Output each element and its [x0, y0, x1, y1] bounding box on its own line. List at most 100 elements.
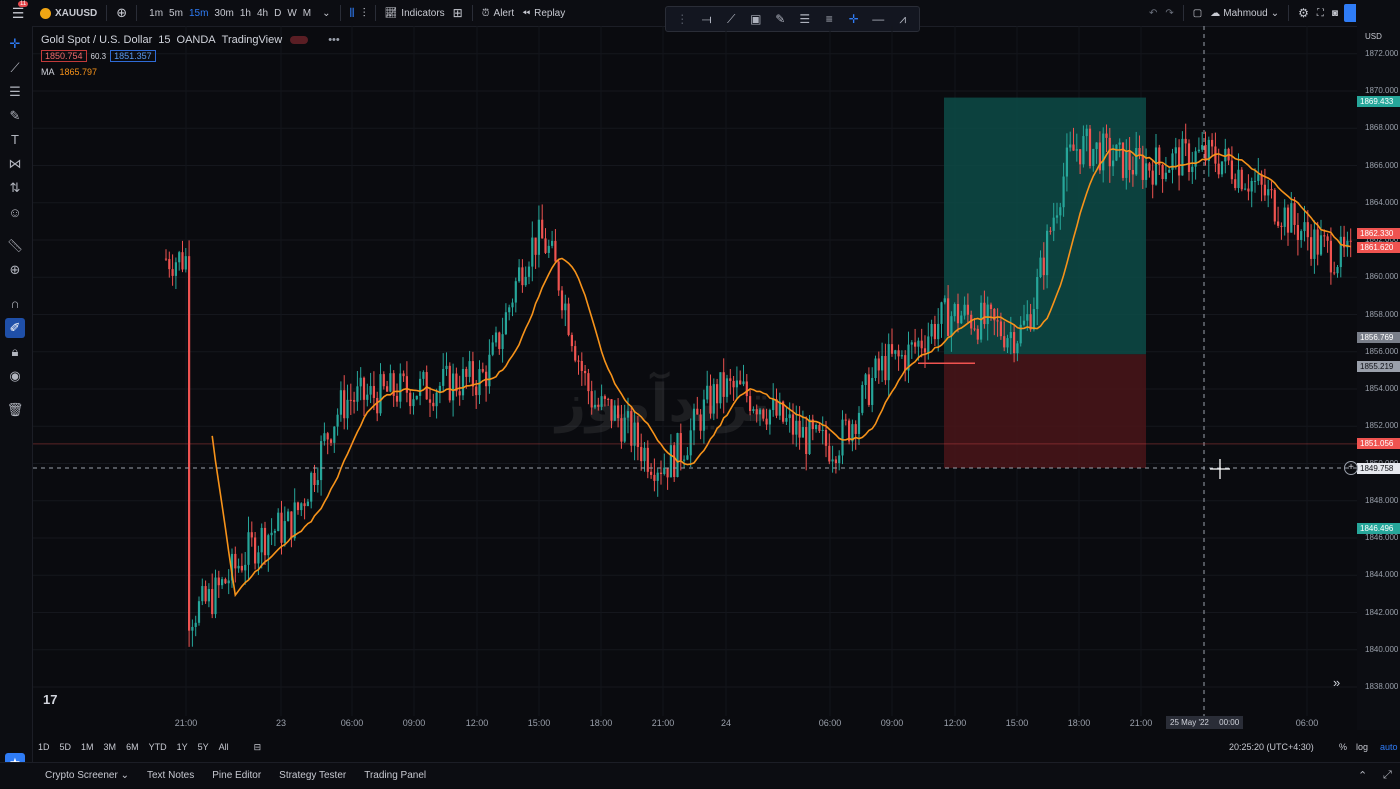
candle-body — [620, 418, 623, 442]
rectangle-icon[interactable]: ▣ — [746, 12, 766, 26]
clock-label[interactable]: 20:25:20 (UTC+4:30) — [1229, 742, 1314, 752]
settings-button[interactable]: ⚙ — [1294, 0, 1313, 26]
fullscreen-button[interactable]: ⛶ — [1313, 0, 1328, 26]
symbol-title[interactable]: Gold Spot / U.S. Dollar — [41, 34, 152, 46]
eye-icon[interactable]: ◉ — [5, 366, 25, 386]
indicators-label: Indicators — [401, 7, 445, 19]
price-axis[interactable]: USD 1872.000 1870.000 1868.000 1866.000 1864… — [1357, 26, 1400, 730]
candle — [1329, 227, 1332, 285]
add-alert-plus-icon[interactable]: + — [1344, 461, 1358, 475]
trend-line-icon[interactable]: ⟋ — [721, 12, 741, 27]
path-icon[interactable]: ⩘ — [893, 12, 913, 27]
tab-pine-editor[interactable]: Pine Editor — [203, 770, 270, 781]
candle-body — [640, 446, 643, 462]
tab-text-notes[interactable]: Text Notes — [138, 770, 203, 781]
candle-body — [1349, 240, 1352, 242]
parallel-channel-icon[interactable]: ≡ — [819, 12, 839, 26]
candle — [933, 315, 936, 346]
range-1d[interactable]: 1D — [33, 742, 55, 752]
undo-button[interactable]: ↶ — [1145, 0, 1161, 26]
timeframe-1m[interactable]: 1m — [146, 8, 166, 19]
horizontal-line-icon[interactable]: — — [868, 12, 888, 26]
brush-icon[interactable]: ✎ — [770, 12, 790, 26]
replay-button[interactable]: ⏪︎ Replay — [518, 0, 569, 26]
menu-button[interactable]: ☰ 11 — [0, 0, 36, 26]
candle-body — [904, 355, 907, 371]
magnet-icon[interactable]: ∩ — [5, 294, 25, 314]
range-1y[interactable]: 1Y — [172, 742, 193, 752]
range-5d[interactable]: 5D — [55, 742, 77, 752]
long-position-profit-zone[interactable] — [944, 97, 1146, 355]
bar-style-button[interactable]: ⫶ — [359, 0, 370, 26]
scroll-to-realtime-icon[interactable]: » — [1333, 675, 1340, 690]
alert-button[interactable]: ⏰︎ Alert — [478, 0, 518, 26]
emoji-icon[interactable]: ☺ — [5, 203, 25, 223]
timeframe-M[interactable]: M — [300, 8, 314, 19]
zoom-in-icon[interactable]: ⊕ — [5, 260, 25, 280]
buy-price-button[interactable]: 1851.357 — [110, 50, 156, 62]
timeframe-4h[interactable]: 4h — [254, 8, 271, 19]
range-1m[interactable]: 1M — [76, 742, 99, 752]
lock-icon[interactable]: 🔒︎ — [5, 342, 25, 362]
account-button[interactable]: ☁ Mahmoud ⌄ — [1206, 0, 1283, 26]
chart-type-button[interactable]: ⫴ — [346, 0, 359, 26]
candle — [1161, 163, 1164, 193]
ma-indicator-label[interactable]: MA — [41, 67, 55, 77]
long-position-loss-zone[interactable] — [944, 354, 1146, 469]
timeframe-15m[interactable]: 15m — [186, 8, 211, 19]
symbol-search[interactable]: XAUUSD — [36, 0, 101, 26]
trend-line-tool-icon[interactable]: ⟋ — [5, 58, 25, 78]
layout-button[interactable]: ▢ — [1189, 0, 1206, 26]
ruler-icon[interactable]: 📏︎ — [5, 236, 25, 256]
redo-button[interactable]: ↷ — [1161, 0, 1177, 26]
timeframe-W[interactable]: W — [284, 8, 299, 19]
percent-toggle[interactable]: % — [1339, 742, 1347, 752]
candle-body — [983, 302, 986, 325]
templates-button[interactable]: ⊞ — [449, 0, 467, 26]
drag-handle-icon[interactable]: ⋮ — [672, 12, 692, 26]
candle — [382, 371, 385, 390]
calendar-icon[interactable]: ⊟ — [254, 742, 262, 753]
sell-price-button[interactable]: 1850.754 — [41, 50, 87, 62]
more-icon[interactable]: ••• — [328, 34, 340, 46]
publish-button[interactable] — [1343, 4, 1356, 22]
cursor-icon[interactable]: ✛ — [5, 34, 25, 54]
range-all[interactable]: All — [214, 742, 234, 752]
tab-crypto-screener[interactable]: Crypto Screener ⌄ — [36, 770, 138, 781]
range-3m[interactable]: 3M — [99, 742, 122, 752]
indicators-button[interactable]: 📈︎ Indicators — [381, 0, 449, 26]
tab-strategy-tester[interactable]: Strategy Tester — [270, 770, 355, 781]
crosshair-icon[interactable]: ✛ — [844, 12, 864, 26]
range-6m[interactable]: 6M — [121, 742, 144, 752]
auto-toggle[interactable]: auto — [1380, 742, 1398, 752]
trash-icon[interactable]: 🗑︎ — [5, 400, 25, 420]
candle-body — [669, 445, 672, 478]
log-toggle[interactable]: log — [1356, 742, 1368, 752]
fib-icon[interactable]: ☰ — [795, 12, 815, 26]
stay-in-drawing-mode-icon[interactable]: ✐ — [5, 318, 25, 338]
snapshot-button[interactable]: ◙ — [1328, 0, 1342, 26]
maximize-panel-icon[interactable]: ⤢ — [1383, 769, 1392, 782]
tab-trading-panel[interactable]: Trading Panel — [355, 770, 435, 781]
candle-body — [1105, 133, 1108, 138]
timeframe-D[interactable]: D — [271, 8, 284, 19]
horizontal-ray-icon[interactable]: ⟞ — [697, 12, 717, 27]
candle — [940, 301, 943, 338]
timeframe-5m[interactable]: 5m — [166, 8, 186, 19]
chevron-up-icon[interactable]: ⌃ — [1358, 769, 1367, 782]
timeframe-dropdown[interactable]: ⌄ — [318, 0, 334, 26]
range-ytd[interactable]: YTD — [144, 742, 172, 752]
range-5y[interactable]: 5Y — [193, 742, 214, 752]
compare-button[interactable]: ⊕ — [112, 0, 131, 26]
target-price-label: 1869.433 — [1357, 96, 1400, 108]
timeframe-1h[interactable]: 1h — [237, 8, 254, 19]
text-tool-icon[interactable]: T — [5, 130, 25, 150]
candle-body — [1237, 169, 1240, 189]
fib-retracement-icon[interactable]: ☰ — [5, 82, 25, 102]
timeframe-30m[interactable]: 30m — [211, 8, 236, 19]
pattern-tool-icon[interactable]: ⋈ — [5, 154, 25, 174]
prev-close-label: 1861.620 — [1357, 241, 1400, 253]
prediction-tool-icon[interactable]: ⇅ — [5, 178, 25, 198]
price-chart[interactable]: تریدآموز 17 » — [33, 26, 1357, 716]
brush-tool-icon[interactable]: ✎ — [5, 106, 25, 126]
